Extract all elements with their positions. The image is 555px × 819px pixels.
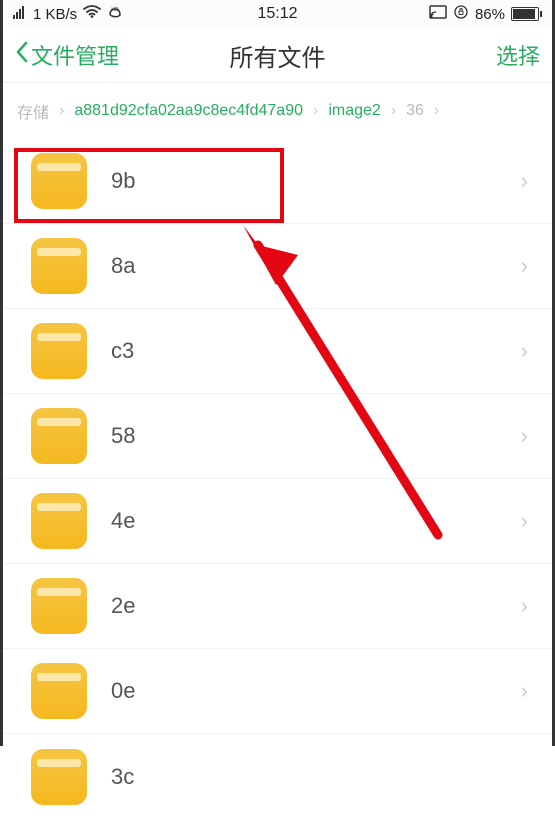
folder-icon [31, 663, 87, 719]
chevron-right-icon: › [521, 253, 528, 279]
file-name: 9b [111, 168, 521, 194]
chevron-right-icon: › [521, 593, 528, 619]
file-name: 0e [111, 678, 521, 704]
status-time: 15:12 [257, 5, 297, 23]
file-name: 2e [111, 593, 521, 619]
list-item[interactable]: 8a › [3, 224, 552, 309]
folder-icon [31, 238, 87, 294]
folder-icon [31, 408, 87, 464]
cast-icon [429, 5, 447, 23]
breadcrumb-item[interactable]: 36 [406, 102, 424, 120]
breadcrumb-item[interactable]: image2 [328, 102, 380, 120]
back-button[interactable]: 文件管理 [15, 39, 119, 71]
list-item[interactable]: c3 › [3, 309, 552, 394]
file-name: 3c [111, 764, 528, 790]
svg-text:HD: HD [112, 7, 120, 13]
file-name: c3 [111, 338, 521, 364]
hd-call-icon: HD [107, 5, 123, 23]
folder-icon [31, 578, 87, 634]
file-list: 9b › 8a › c3 › 58 › 4e › 2e › 0e › 3c [3, 139, 552, 819]
folder-icon [31, 323, 87, 379]
list-item[interactable]: 3c [3, 734, 552, 819]
chevron-right-icon: › [313, 102, 318, 120]
chevron-right-icon: › [521, 678, 528, 704]
chevron-right-icon: › [521, 338, 528, 364]
status-bar: 1 KB/s HD 15:12 86% [3, 0, 552, 28]
file-name: 58 [111, 423, 521, 449]
chevron-right-icon: › [521, 423, 528, 449]
back-label: 文件管理 [31, 39, 119, 71]
list-item[interactable]: 58 › [3, 394, 552, 479]
battery-pct: 86% [475, 6, 505, 23]
breadcrumb-item[interactable]: a881d92cfa02aa9c8ec4fd47a90 [74, 102, 303, 120]
breadcrumb: 存储 › a881d92cfa02aa9c8ec4fd47a90 › image… [3, 83, 552, 139]
battery-icon [511, 7, 542, 21]
list-item[interactable]: 0e › [3, 649, 552, 734]
list-item[interactable]: 4e › [3, 479, 552, 564]
chevron-right-icon: › [521, 508, 528, 534]
wifi-icon [83, 5, 101, 23]
chevron-right-icon: › [391, 102, 396, 120]
nav-bar: 文件管理 所有文件 选择 [3, 28, 552, 83]
chevron-right-icon: › [59, 102, 64, 120]
chevron-right-icon: › [434, 102, 439, 120]
file-name: 4e [111, 508, 521, 534]
page-title: 所有文件 [230, 38, 326, 73]
breadcrumb-item[interactable]: 存储 [17, 99, 49, 123]
folder-icon [31, 153, 87, 209]
rotation-lock-icon [453, 4, 469, 24]
list-item[interactable]: 2e › [3, 564, 552, 649]
folder-icon [31, 749, 87, 805]
chevron-right-icon: › [521, 168, 528, 194]
file-name: 8a [111, 253, 521, 279]
network-speed: 1 KB/s [33, 6, 77, 23]
chevron-left-icon [15, 41, 29, 69]
list-item[interactable]: 9b › [3, 139, 552, 224]
signal-icon [13, 5, 27, 23]
select-button[interactable]: 选择 [496, 39, 540, 71]
folder-icon [31, 493, 87, 549]
